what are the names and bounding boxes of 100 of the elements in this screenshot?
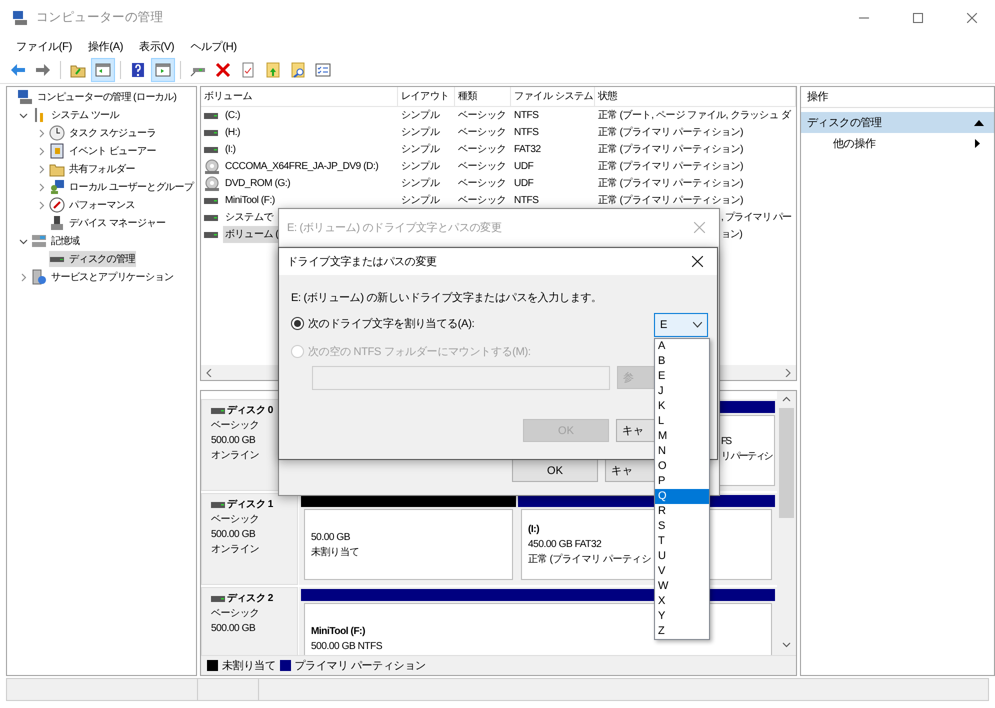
- dropdown-option[interactable]: S: [655, 519, 709, 534]
- table-cell[interactable]: DVD_ROM (G:): [223, 175, 292, 192]
- dropdown-option[interactable]: B: [655, 354, 709, 369]
- table-cell: NTFS: [514, 195, 539, 206]
- table-cell[interactable]: (I:): [223, 141, 238, 158]
- tree-item[interactable]: イベント ビューアー: [68, 143, 157, 159]
- table-cell: 正常 (プライマリ パーティション): [598, 195, 744, 206]
- dropdown-option[interactable]: L: [655, 414, 709, 429]
- table-cell: 正常 (プライマリ パーティション): [598, 144, 744, 155]
- table-cell[interactable]: (H:): [223, 124, 242, 141]
- dropdown-option[interactable]: Y: [655, 609, 709, 624]
- table-cell: 正常 (プライマリ パーティション): [598, 178, 744, 189]
- dropdown-option[interactable]: Z: [655, 624, 709, 639]
- tree-item[interactable]: コンピューターの管理 (ローカル): [36, 89, 178, 105]
- partition-info: 正常 (プライマリ パーティシ: [528, 552, 651, 567]
- partition-info: 450.00 GB FAT32: [528, 538, 602, 552]
- partition-title: (I:): [528, 523, 540, 537]
- dialog-title: E: (ボリューム) のドライブ文字とパスの変更: [287, 220, 502, 235]
- dropdown-option[interactable]: U: [655, 549, 709, 564]
- tree-item[interactable]: 記憶域: [50, 233, 80, 249]
- table-cell: ベーシック: [458, 161, 506, 172]
- column-header[interactable]: 状態: [595, 87, 796, 107]
- table-cell: UDF: [514, 161, 534, 172]
- instruction-text: E: (ボリューム) の新しいドライブ文字またはパスを入力します。: [291, 290, 603, 304]
- table-cell: ベーシック: [458, 195, 506, 206]
- dropdown-option[interactable]: N: [655, 444, 709, 459]
- table-cell[interactable]: MiniTool (F:): [223, 192, 277, 209]
- disk-name: ディスク 2: [227, 592, 273, 606]
- table-cell: シンプル: [401, 161, 440, 172]
- option-label[interactable]: 次のドライブ文字を割り当てる(A):: [308, 316, 474, 331]
- disk-type: ベーシック: [211, 513, 260, 527]
- disk-size: 500.00 GB: [211, 528, 256, 542]
- tree-item[interactable]: システム ツール: [50, 107, 120, 123]
- menu-item[interactable]: ヘルプ(H): [182, 38, 245, 54]
- partition-box[interactable]: 50.00 GB 未割り当て: [304, 509, 513, 580]
- window-title: コンピューターの管理: [36, 9, 164, 26]
- table-cell: UDF: [514, 178, 534, 189]
- disk-name: ディスク 0: [227, 404, 273, 418]
- disk-type: ベーシック: [211, 419, 260, 433]
- dropdown-option[interactable]: T: [655, 534, 709, 549]
- table-cell: 正常 (プライマリ パーティション): [598, 127, 744, 138]
- disk-size: 500.00 GB: [211, 622, 256, 636]
- table-cell: NTFS: [514, 127, 539, 138]
- table-cell: FAT32: [514, 144, 541, 155]
- menu-item[interactable]: 表示(V): [131, 38, 182, 54]
- table-cell[interactable]: (C:): [223, 107, 242, 124]
- disk-name: ディスク 1: [227, 498, 273, 512]
- action-item[interactable]: 他の操作: [801, 133, 994, 153]
- disk-status: オンライン: [211, 543, 260, 557]
- table-cell: 正常 (ブート, ページ ファイル, クラッシュ ダ: [598, 110, 790, 121]
- dropdown-option[interactable]: V: [655, 564, 709, 579]
- column-header[interactable]: レイアウト: [398, 87, 455, 107]
- table-cell[interactable]: CCCOMA_X64FRE_JA-JP_DV9 (D:): [223, 158, 380, 175]
- table-cell: シンプル: [401, 195, 440, 206]
- tree-item[interactable]: デバイス マネージャー: [68, 215, 166, 231]
- tree-item[interactable]: タスク スケジューラ: [68, 125, 157, 141]
- column-header[interactable]: ボリューム: [201, 87, 398, 107]
- column-header[interactable]: 種類: [455, 87, 511, 107]
- dropdown-option[interactable]: A: [655, 339, 709, 354]
- menu-item[interactable]: 操作(A): [80, 38, 132, 54]
- disk-size: 500.00 GB: [211, 434, 256, 448]
- dropdown-option[interactable]: Q: [655, 489, 709, 504]
- table-cell: ベーシック: [458, 127, 506, 138]
- drive-letter-dropdown[interactable]: E: [654, 313, 708, 337]
- dropdown-option[interactable]: W: [655, 579, 709, 594]
- dropdown-option[interactable]: K: [655, 399, 709, 414]
- partition-info: 50.00 GB: [311, 530, 350, 544]
- dialog-title: ドライブ文字またはパスの変更: [287, 254, 437, 269]
- table-cell: ベーシック: [458, 110, 506, 121]
- tree-item[interactable]: パフォーマンス: [68, 197, 136, 213]
- legend-label: プライマリ パーティション: [294, 658, 426, 673]
- table-cell: シンプル: [401, 127, 440, 138]
- table-cell: ベーシック: [458, 178, 506, 189]
- column-header[interactable]: ファイル システム: [511, 87, 595, 107]
- partition-info: リ パーティシ: [721, 450, 772, 464]
- table-cell: ョン): [721, 229, 742, 240]
- table-cell: シンプル: [401, 178, 440, 189]
- tree-item[interactable]: ローカル ユーザーとグループ: [68, 179, 194, 195]
- menu-item[interactable]: ファイル(F): [8, 38, 80, 54]
- table-cell: , プライマリ パー: [721, 212, 792, 223]
- table-cell: NTFS: [514, 110, 539, 121]
- action-section[interactable]: ディスクの管理: [801, 112, 994, 133]
- dropdown-option[interactable]: M: [655, 429, 709, 444]
- tree-item[interactable]: 共有フォルダー: [68, 161, 136, 177]
- table-cell: シンプル: [401, 144, 440, 155]
- partition-info: FS: [721, 435, 730, 449]
- table-cell: ベーシック: [458, 144, 506, 155]
- panel-header: 操作: [801, 87, 994, 108]
- partition-info: 未割り当て: [311, 546, 360, 560]
- table-cell[interactable]: システムで: [223, 209, 276, 226]
- disk-status: オンライン: [211, 449, 260, 463]
- tree-item[interactable]: サービスとアプリケーション: [50, 269, 174, 285]
- legend-label: 未割り当て: [222, 658, 276, 673]
- partition-title: MiniTool (F:): [311, 624, 366, 638]
- partition-info: 500.00 GB NTFS: [311, 640, 382, 654]
- table-cell: シンプル: [401, 110, 440, 121]
- dropdown-menu[interactable]: A B E J K L M N O P Q R S T U V W X Y Z: [654, 338, 710, 640]
- dialog-button[interactable]: OK: [512, 459, 598, 482]
- disk-type: ベーシック: [211, 607, 260, 621]
- table-cell: 正常 (プライマリ パーティション): [598, 161, 744, 172]
